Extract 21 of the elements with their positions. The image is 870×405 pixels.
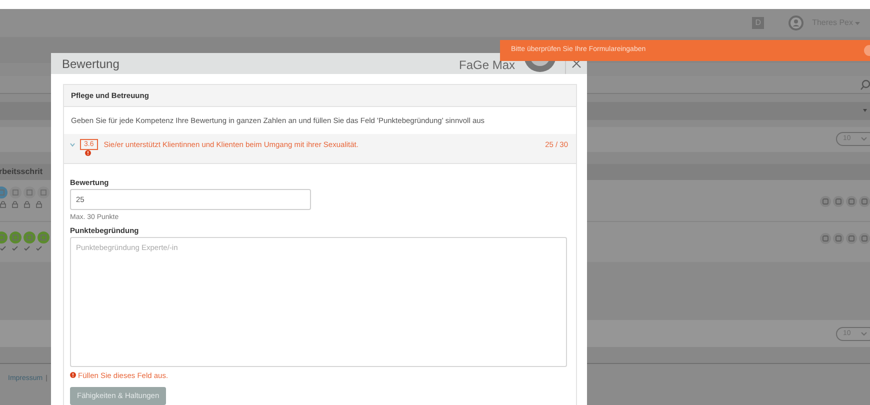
chevron-icon [861,332,867,336]
chevron-icon [861,137,867,141]
lock-icon [36,201,42,208]
status-icon[interactable] [23,231,36,244]
caret-icon [855,22,860,24]
close-icon [572,59,581,68]
status-icon[interactable] [37,186,50,199]
search-icon[interactable] [860,79,870,91]
chevron-down-icon [70,143,75,147]
error-icon [70,372,76,378]
status-icon[interactable] [9,231,22,244]
person-name: FaGe Max [458,57,515,74]
status-icon[interactable] [23,186,36,199]
user-avatar-icon[interactable] [788,15,804,31]
lock-icon [12,201,18,208]
caret-icon[interactable] [863,109,867,112]
status-icon[interactable] [37,231,50,244]
lock-icon [24,201,30,208]
modal-title: Bewertung [62,56,120,72]
lock-icon [0,201,6,208]
status-icon[interactable] [9,186,22,199]
